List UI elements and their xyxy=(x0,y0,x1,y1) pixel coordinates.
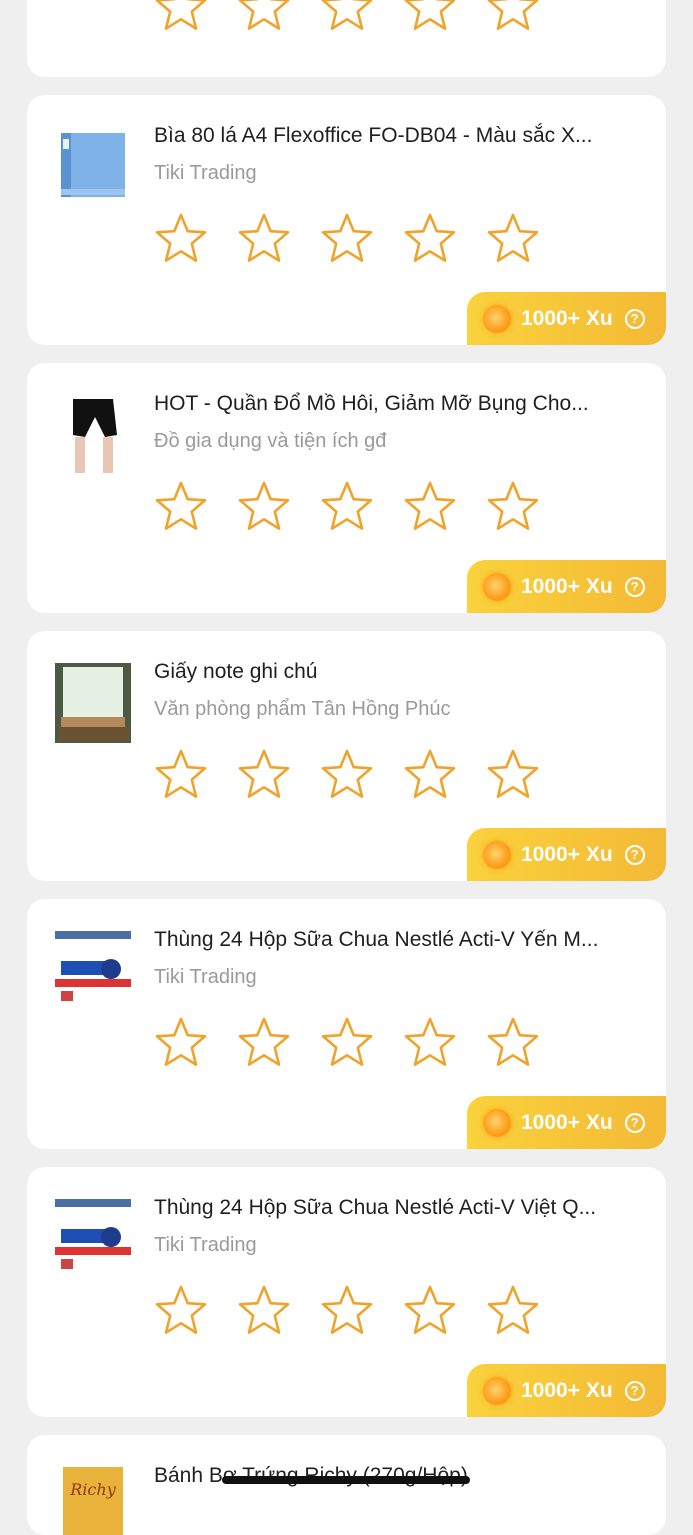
xu-reward-badge[interactable]: 1000+ Xu ? xyxy=(467,1096,666,1149)
star-icon[interactable] xyxy=(320,1016,374,1070)
product-title[interactable]: Bìa 80 lá A4 Flexoffice FO-DB04 - Màu sắ… xyxy=(154,123,644,149)
star-icon[interactable] xyxy=(403,1016,457,1070)
product-thumbnail-binder xyxy=(61,133,125,197)
star-icon[interactable] xyxy=(237,748,291,802)
product-card-partial-top xyxy=(27,0,666,77)
product-title[interactable]: Thùng 24 Hộp Sữa Chua Nestlé Acti-V Yến … xyxy=(154,927,644,953)
product-title[interactable]: Giấy note ghi chú xyxy=(154,659,644,685)
xu-reward-label: 1000+ Xu xyxy=(521,574,613,598)
rating-stars xyxy=(154,0,569,34)
product-title[interactable]: Thùng 24 Hộp Sữa Chua Nestlé Acti-V Việt… xyxy=(154,1195,644,1221)
xu-reward-badge[interactable]: 1000+ Xu ? xyxy=(467,292,666,345)
home-indicator[interactable] xyxy=(222,1476,470,1484)
product-thumbnail-yogurt xyxy=(55,931,131,1011)
star-icon[interactable] xyxy=(154,1284,208,1338)
product-title[interactable]: HOT - Quần Đổ Mồ Hôi, Giảm Mỡ Bụng Cho..… xyxy=(154,391,644,417)
coin-icon xyxy=(483,1376,511,1405)
help-icon[interactable]: ? xyxy=(624,844,645,865)
star-icon[interactable] xyxy=(486,1284,540,1338)
help-icon[interactable]: ? xyxy=(624,308,645,329)
star-icon[interactable] xyxy=(237,212,291,266)
star-icon[interactable] xyxy=(320,1284,374,1338)
xu-reward-badge[interactable]: 1000+ Xu ? xyxy=(467,1364,666,1417)
product-thumbnail-richy: Richy xyxy=(63,1467,123,1535)
star-icon[interactable] xyxy=(154,212,208,266)
star-icon[interactable] xyxy=(154,1016,208,1070)
product-card: HOT - Quần Đổ Mồ Hôi, Giảm Mỡ Bụng Cho..… xyxy=(27,363,666,613)
seller-name: Tiki Trading xyxy=(154,162,257,184)
seller-name: Tiki Trading xyxy=(154,966,257,988)
svg-text:Richy: Richy xyxy=(69,1480,116,1499)
star-icon[interactable] xyxy=(486,212,540,266)
xu-reward-badge[interactable]: 1000+ Xu ? xyxy=(467,560,666,613)
seller-name: Văn phòng phẩm Tân Hồng Phúc xyxy=(154,698,451,720)
product-card: Giấy note ghi chú Văn phòng phẩm Tân Hồn… xyxy=(27,631,666,881)
help-icon[interactable]: ? xyxy=(624,1112,645,1133)
product-card: Bìa 80 lá A4 Flexoffice FO-DB04 - Màu sắ… xyxy=(27,95,666,345)
star-icon[interactable] xyxy=(403,480,457,534)
coin-icon xyxy=(483,1108,511,1137)
star-icon[interactable] xyxy=(320,0,374,34)
product-thumbnail-yogurt xyxy=(55,1199,131,1279)
star-icon[interactable] xyxy=(237,1016,291,1070)
star-icon[interactable] xyxy=(154,0,208,34)
product-thumbnail-note xyxy=(55,663,131,743)
rating-stars[interactable] xyxy=(154,1284,569,1338)
rating-stars[interactable] xyxy=(154,480,569,534)
star-icon[interactable] xyxy=(154,480,208,534)
star-icon[interactable] xyxy=(486,480,540,534)
star-icon[interactable] xyxy=(237,0,291,34)
product-card-partial-bottom: Richy Bánh Bơ Trứng Richy (270g/Hộp) xyxy=(27,1435,666,1535)
star-icon[interactable] xyxy=(320,212,374,266)
star-icon[interactable] xyxy=(320,748,374,802)
xu-reward-label: 1000+ Xu xyxy=(521,1110,613,1134)
star-icon[interactable] xyxy=(154,748,208,802)
star-icon[interactable] xyxy=(403,748,457,802)
xu-reward-label: 1000+ Xu xyxy=(521,306,613,330)
star-icon[interactable] xyxy=(237,1284,291,1338)
coin-icon xyxy=(483,572,511,601)
product-thumbnail-shorts xyxy=(55,395,131,475)
product-card: Thùng 24 Hộp Sữa Chua Nestlé Acti-V Việt… xyxy=(27,1167,666,1417)
star-icon[interactable] xyxy=(403,212,457,266)
seller-name: Đồ gia dụng và tiện ích gđ xyxy=(154,430,387,452)
star-icon[interactable] xyxy=(486,748,540,802)
coin-icon xyxy=(483,304,511,333)
seller-name: Tiki Trading xyxy=(154,1234,257,1256)
star-icon[interactable] xyxy=(403,0,457,34)
star-icon[interactable] xyxy=(486,0,540,34)
help-icon[interactable]: ? xyxy=(624,576,645,597)
help-icon[interactable]: ? xyxy=(624,1380,645,1401)
product-card: Thùng 24 Hộp Sữa Chua Nestlé Acti-V Yến … xyxy=(27,899,666,1149)
coin-icon xyxy=(483,840,511,869)
star-icon[interactable] xyxy=(320,480,374,534)
rating-stars[interactable] xyxy=(154,748,569,802)
star-icon[interactable] xyxy=(486,1016,540,1070)
xu-reward-label: 1000+ Xu xyxy=(521,842,613,866)
star-icon[interactable] xyxy=(237,480,291,534)
star-icon[interactable] xyxy=(403,1284,457,1338)
rating-stars[interactable] xyxy=(154,1016,569,1070)
rating-stars[interactable] xyxy=(154,212,569,266)
xu-reward-label: 1000+ Xu xyxy=(521,1378,613,1402)
xu-reward-badge[interactable]: 1000+ Xu ? xyxy=(467,828,666,881)
